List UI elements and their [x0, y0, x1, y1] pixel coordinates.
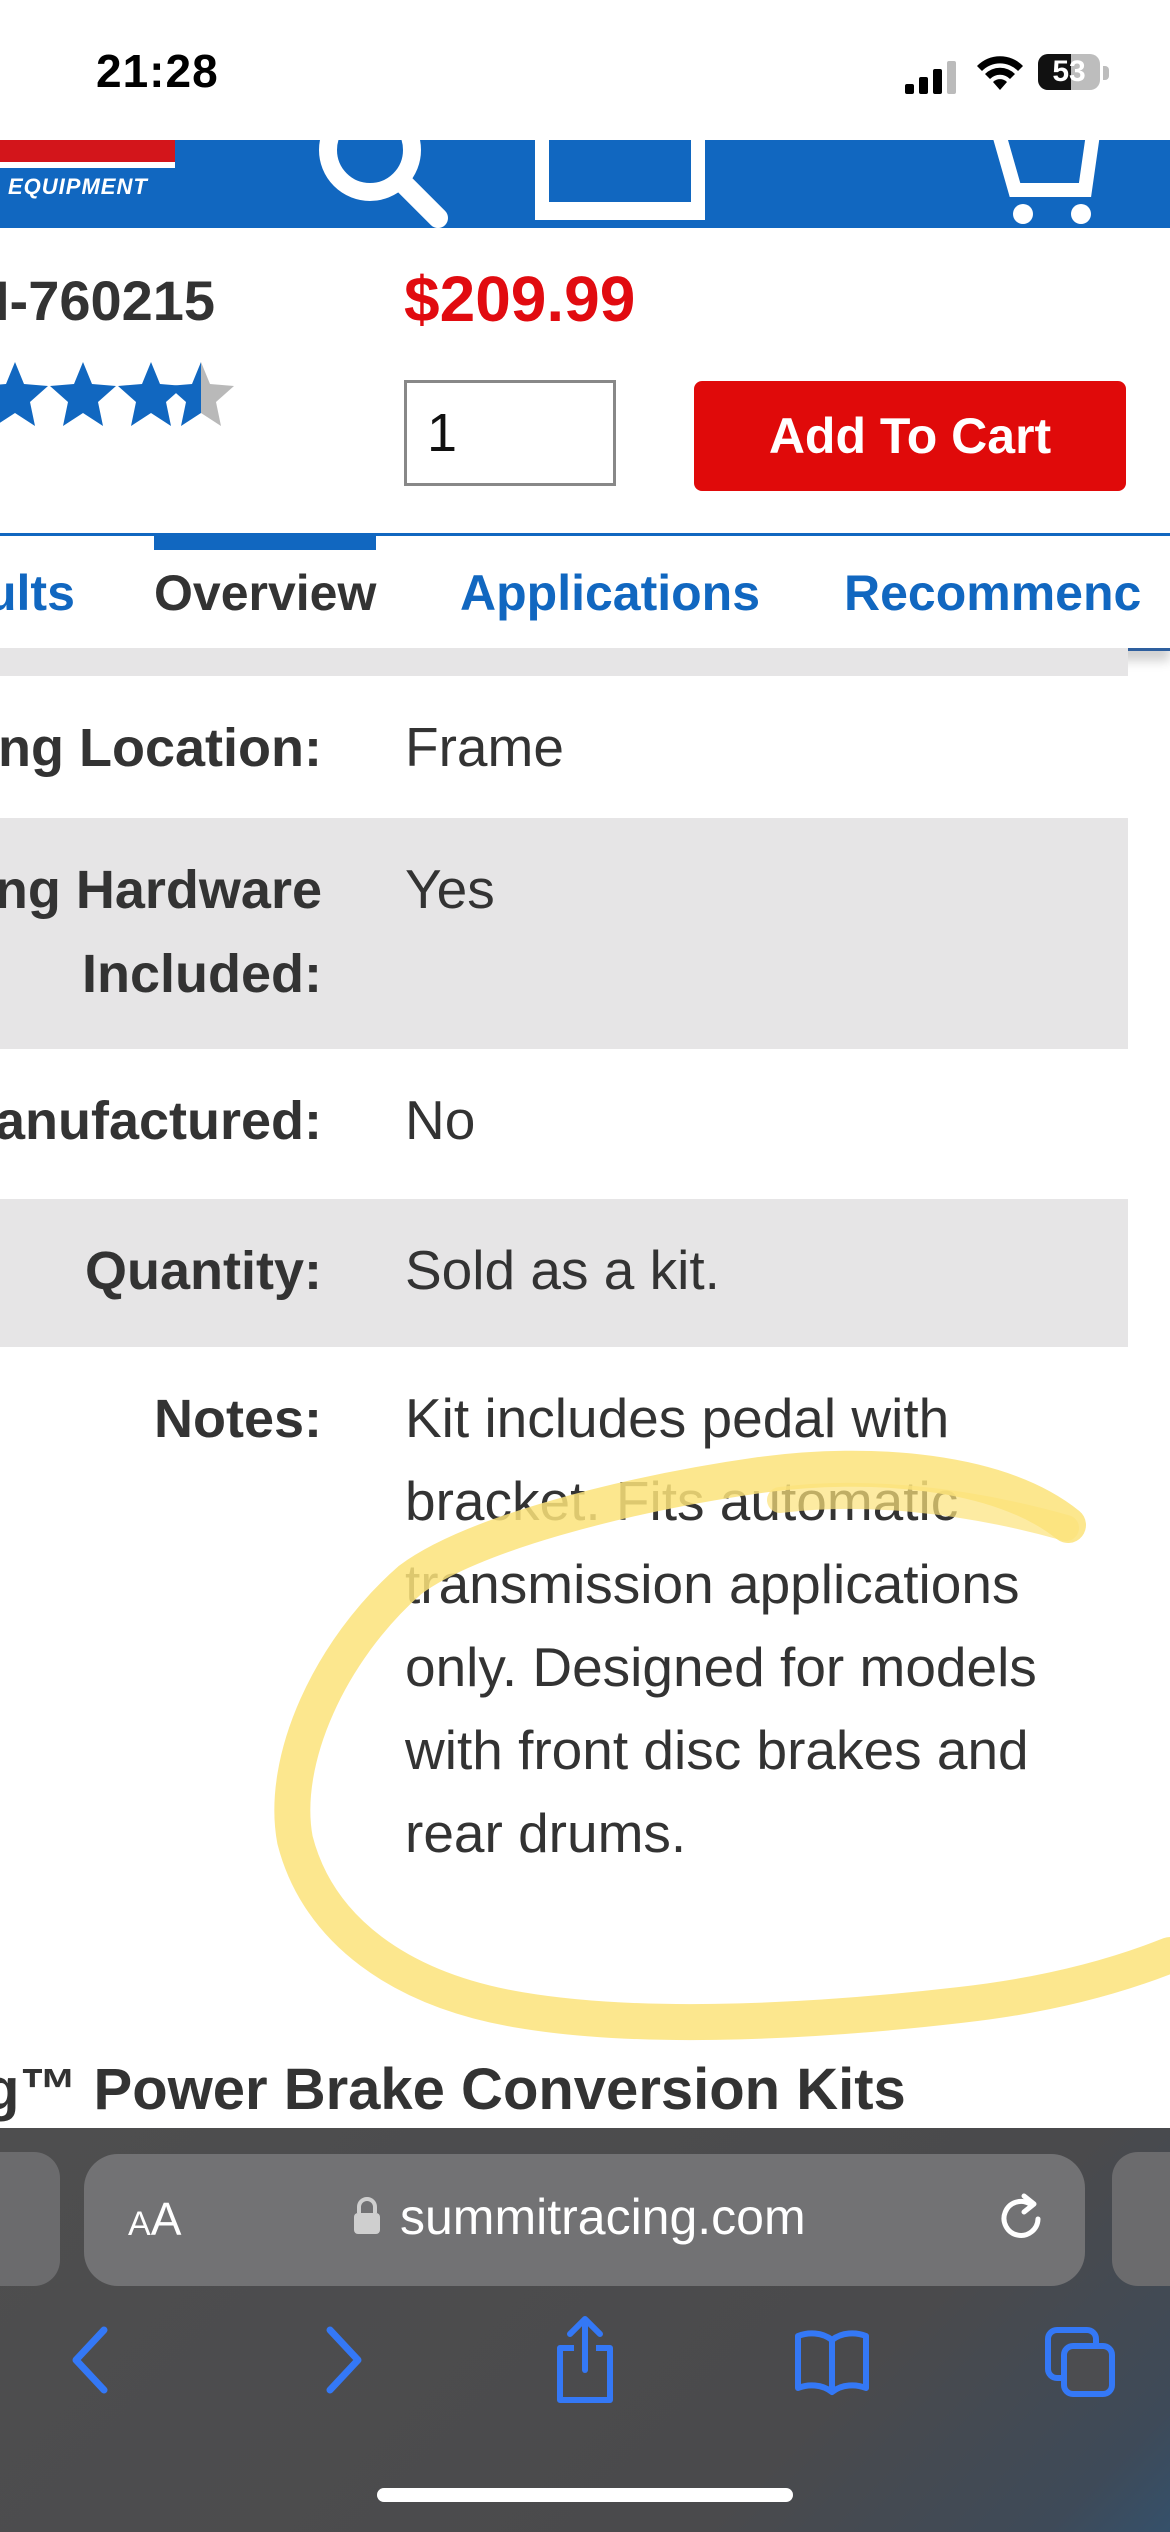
spec-label-line2: Included:	[82, 944, 322, 1004]
spec-label: ng Location:	[0, 718, 322, 778]
spec-value: Kit includes pedal with bracket. Fits au…	[405, 1387, 1037, 1864]
product-sku: I-760215	[0, 269, 216, 332]
home-indicator[interactable]	[377, 2488, 793, 2502]
reader-settings-button[interactable]: AA	[128, 2192, 181, 2246]
spec-row-strip	[0, 648, 1128, 676]
spec-label: Notes:	[153, 1389, 322, 1449]
tabs-icon[interactable]	[1044, 2326, 1116, 2398]
cellular-signal-icon	[905, 61, 956, 94]
product-price: $209.99	[404, 263, 636, 335]
spec-value: Sold as a kit.	[405, 1239, 720, 1301]
url-text: summitracing.com	[400, 2189, 806, 2245]
logo-text: EQUIPMENT	[8, 174, 148, 199]
spec-label: Quantity:	[85, 1241, 322, 1301]
quantity-input[interactable]	[404, 380, 616, 486]
spec-label-line1: ng Hardware	[0, 860, 322, 920]
spec-value: No	[405, 1089, 476, 1151]
status-time: 21:28	[96, 45, 219, 97]
section-heading: g™ Power Brake Conversion Kits	[0, 2057, 906, 2122]
forward-icon[interactable]	[318, 2320, 368, 2400]
spec-row-quantity: Quantity: Sold as a kit.	[0, 1199, 1128, 1347]
half-star-icon	[168, 362, 234, 426]
spec-label: ng Hardware Included:	[0, 848, 322, 1016]
site-logo[interactable]: EQUIPMENT	[0, 140, 180, 228]
product-tabs: ults Overview Applications Recommenc	[0, 533, 1170, 651]
browser-toolbar: AA summitracing.com	[0, 2128, 1170, 2532]
tab-overview[interactable]: Overview	[154, 564, 376, 622]
rating-stars[interactable]	[0, 360, 242, 430]
previous-tab-peek[interactable]	[0, 2152, 60, 2286]
spec-row-manufactured: anufactured: No	[0, 1049, 1128, 1199]
spec-value: Frame	[405, 716, 564, 778]
spec-row-hardware: ng Hardware Included: Yes	[0, 818, 1128, 1049]
wifi-icon	[977, 56, 1023, 90]
spec-row-location: ng Location: Frame	[0, 676, 1128, 818]
star-icon	[50, 362, 116, 426]
truck-icon[interactable]	[535, 140, 705, 220]
status-bar: 21:28 53	[0, 0, 1170, 140]
battery-icon: 53	[1038, 54, 1100, 90]
star-icon	[0, 362, 48, 426]
tab-applications[interactable]: Applications	[460, 564, 760, 622]
tab-recommended[interactable]: Recommenc	[844, 564, 1141, 622]
reload-icon[interactable]	[994, 2192, 1048, 2246]
spec-table: ng Location: Frame ng Hardware Included:…	[0, 648, 1128, 1867]
site-header: EQUIPMENT	[0, 140, 1170, 228]
battery-tip	[1103, 66, 1109, 80]
battery-percent: 53	[1052, 55, 1086, 88]
star-icon	[118, 362, 184, 426]
back-icon[interactable]	[66, 2320, 116, 2400]
tab-results[interactable]: ults	[0, 564, 75, 622]
lock-icon	[354, 2197, 380, 2234]
address-bar[interactable]: AA summitracing.com	[84, 2154, 1085, 2286]
search-icon[interactable]	[310, 140, 450, 228]
next-tab-peek[interactable]	[1112, 2152, 1170, 2286]
spec-row-notes: Notes: Kit includes pedal with bracket. …	[0, 1347, 1128, 1867]
active-tab-indicator	[154, 536, 376, 550]
share-icon[interactable]	[552, 2314, 618, 2406]
cart-icon[interactable]	[985, 140, 1115, 228]
add-to-cart-button[interactable]: Add To Cart	[694, 381, 1126, 491]
spec-value: Yes	[405, 858, 495, 920]
bookmarks-icon[interactable]	[794, 2326, 870, 2396]
spec-label: anufactured:	[0, 1091, 322, 1151]
